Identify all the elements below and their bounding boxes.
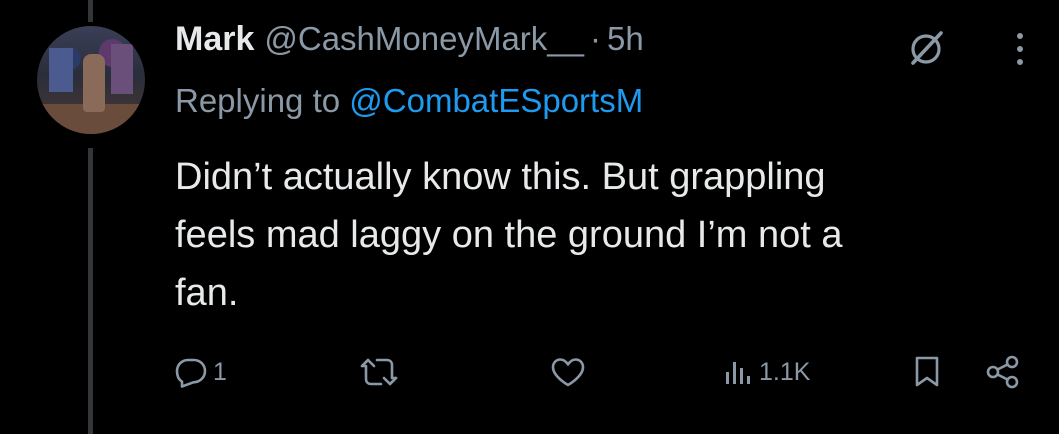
grok-icon[interactable]: [905, 27, 947, 69]
tweet-header: Mark @CashMoneyMark__ · 5h: [175, 20, 644, 70]
like-button[interactable]: [550, 350, 586, 394]
avatar[interactable]: [37, 26, 145, 134]
avatar-detail: [83, 54, 105, 112]
avatar-detail: [111, 44, 133, 94]
action-bar: 1 1.1K: [175, 350, 1035, 394]
heart-icon: [551, 358, 585, 387]
retweet-button[interactable]: [359, 350, 399, 394]
tweet-text-line: fan.: [175, 272, 239, 314]
tweet-text: Didn’t actually know this. But grappling…: [175, 148, 1035, 322]
reply-count: 1: [213, 357, 227, 386]
separator: ·: [590, 20, 601, 57]
views-count: 1.1K: [759, 357, 811, 386]
retweet-icon: [360, 358, 398, 386]
replying-prefix: Replying to: [175, 82, 341, 119]
share-icon: [986, 355, 1019, 389]
avatar-detail: [49, 48, 73, 92]
timestamp[interactable]: 5h: [607, 20, 644, 58]
replying-to: Replying to @CombatESportsM: [175, 82, 643, 120]
views-icon: [726, 362, 750, 384]
views-button[interactable]: 1.1K: [723, 350, 810, 394]
replying-mention[interactable]: @CombatESportsM: [349, 82, 643, 119]
thread-line-top: [88, 0, 93, 22]
user-handle[interactable]: @CashMoneyMark__: [264, 20, 584, 58]
reply-icon: [175, 358, 207, 388]
more-icon[interactable]: [1010, 30, 1030, 68]
reply-button[interactable]: 1: [175, 350, 227, 394]
tweet-text-line: feels mad laggy on the ground I’m not a: [175, 214, 843, 256]
bookmark-icon: [915, 356, 939, 387]
share-button[interactable]: [985, 350, 1021, 394]
display-name[interactable]: Mark: [175, 20, 254, 59]
tweet-text-line: Didn’t actually know this. But grappling: [175, 156, 826, 198]
bookmark-button[interactable]: [912, 350, 942, 394]
thread-line-bottom: [88, 148, 93, 434]
